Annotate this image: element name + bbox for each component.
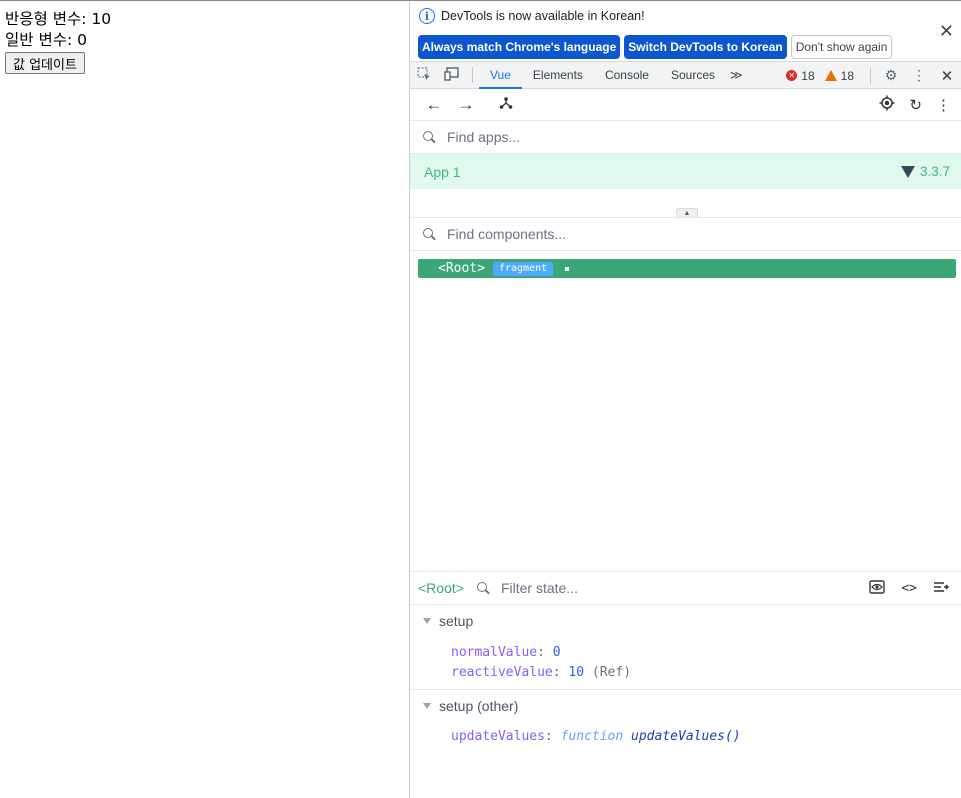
state-key: normalValue bbox=[451, 645, 538, 660]
reactive-value-text: 반응형 변수: 10 bbox=[5, 10, 112, 28]
search-icon bbox=[422, 227, 436, 241]
match-language-button[interactable]: Always match Chrome's language bbox=[418, 35, 621, 59]
component-name: <Root> bbox=[438, 261, 485, 276]
state-value[interactable]: 10 bbox=[568, 665, 584, 680]
language-infobar: i DevTools is now available in Korean! A… bbox=[410, 1, 961, 61]
scroll-to-component-icon[interactable] bbox=[869, 580, 886, 597]
state-row[interactable]: normalValue: 0 bbox=[410, 643, 961, 663]
component-tree-icon[interactable] bbox=[490, 95, 522, 115]
back-arrow-icon[interactable]: ← bbox=[418, 95, 450, 115]
setup-section-toggle[interactable]: setup bbox=[410, 606, 961, 636]
selected-component-label: <Root> bbox=[418, 580, 464, 596]
state-section-setup-other: setup (other) updateValues: function upd… bbox=[410, 691, 961, 761]
state-key: reactiveValue bbox=[451, 665, 553, 680]
state-value[interactable]: 0 bbox=[553, 645, 561, 660]
function-signature: updateValues() bbox=[631, 729, 741, 744]
infobar-message: DevTools is now available in Korean! bbox=[441, 9, 645, 23]
section-title: setup bbox=[439, 613, 474, 629]
find-apps-bar bbox=[410, 121, 961, 154]
tab-sources[interactable]: Sources bbox=[660, 62, 726, 89]
find-components-input[interactable] bbox=[445, 225, 845, 243]
vue-toolbar: ← → ↻ ⋮ bbox=[410, 89, 961, 121]
vue-logo-icon bbox=[900, 165, 915, 178]
inspect-element-icon[interactable] bbox=[410, 67, 438, 84]
filter-state-input[interactable] bbox=[498, 579, 829, 597]
fragment-badge: fragment bbox=[492, 261, 554, 276]
kebab-menu-icon[interactable]: ⋮ bbox=[905, 67, 933, 84]
more-actions-icon[interactable] bbox=[933, 581, 949, 596]
more-tabs-icon[interactable]: ≫ bbox=[726, 62, 747, 89]
function-keyword: function bbox=[560, 729, 624, 744]
state-row[interactable]: updateValues: function updateValues() bbox=[410, 727, 961, 747]
component-tree-row-root[interactable]: <Root> fragment bbox=[418, 259, 956, 278]
error-icon[interactable]: ✕ bbox=[786, 70, 798, 81]
collapse-triangle-icon[interactable] bbox=[423, 703, 431, 709]
find-components-bar bbox=[410, 218, 961, 251]
tab-elements[interactable]: Elements bbox=[522, 62, 594, 89]
state-section-setup: setup normalValue: 0 reactiveValue: 10 (… bbox=[410, 606, 961, 690]
devtools-tabbar: Vue Elements Console Sources ≫ ✕ 18 18 ⚙… bbox=[410, 61, 961, 89]
vue-menu-icon[interactable]: ⋮ bbox=[936, 96, 951, 114]
collapse-chevron-icon[interactable]: ▲ bbox=[676, 208, 698, 217]
update-values-button[interactable]: 값 업데이트 bbox=[5, 52, 85, 74]
warning-count[interactable]: 18 bbox=[841, 69, 854, 83]
device-toolbar-icon[interactable] bbox=[438, 66, 466, 84]
search-icon bbox=[476, 581, 490, 595]
tab-console[interactable]: Console bbox=[594, 62, 660, 89]
app-list-item[interactable]: App 1 3.3.7 bbox=[410, 154, 961, 189]
component-tree: <Root> fragment bbox=[410, 251, 961, 571]
devtools-panel: i DevTools is now available in Korean! A… bbox=[409, 1, 961, 798]
collapse-triangle-icon[interactable] bbox=[423, 618, 431, 624]
pane-splitter[interactable]: ▲ bbox=[410, 189, 961, 218]
toolbar-divider bbox=[870, 67, 871, 84]
vue-version: 3.3.7 bbox=[919, 164, 950, 179]
gear-icon[interactable]: ⚙ bbox=[877, 67, 905, 84]
selected-dot-icon bbox=[565, 266, 570, 271]
error-count[interactable]: 18 bbox=[801, 69, 814, 83]
forward-arrow-icon[interactable]: → bbox=[450, 95, 482, 115]
dont-show-again-button[interactable]: Don't show again bbox=[790, 35, 893, 59]
normal-value-text: 일반 변수: 0 bbox=[5, 31, 87, 49]
app-name: App 1 bbox=[424, 163, 461, 180]
ref-label: (Ref) bbox=[591, 665, 632, 680]
state-key: updateValues bbox=[451, 729, 545, 744]
close-icon[interactable]: ✕ bbox=[939, 21, 954, 42]
refresh-icon[interactable]: ↻ bbox=[909, 96, 922, 114]
find-apps-input[interactable] bbox=[445, 128, 845, 146]
close-devtools-icon[interactable]: ✕ bbox=[933, 67, 961, 85]
select-component-icon[interactable] bbox=[879, 95, 895, 115]
switch-korean-button[interactable]: Switch DevTools to Korean bbox=[624, 35, 787, 59]
setup-other-section-toggle[interactable]: setup (other) bbox=[410, 691, 961, 721]
warning-icon[interactable] bbox=[824, 70, 837, 81]
inspect-code-icon[interactable]: <> bbox=[901, 581, 917, 596]
state-toolbar: <Root> <> bbox=[410, 571, 961, 605]
tab-divider bbox=[472, 67, 473, 83]
app-page: 반응형 변수: 10 일반 변수: 0 값 업데이트 bbox=[0, 1, 409, 798]
tab-vue[interactable]: Vue bbox=[479, 62, 522, 89]
section-title: setup (other) bbox=[439, 698, 519, 714]
search-icon bbox=[422, 130, 436, 144]
state-row[interactable]: reactiveValue: 10 (Ref) bbox=[410, 663, 961, 683]
info-icon: i bbox=[419, 8, 435, 24]
